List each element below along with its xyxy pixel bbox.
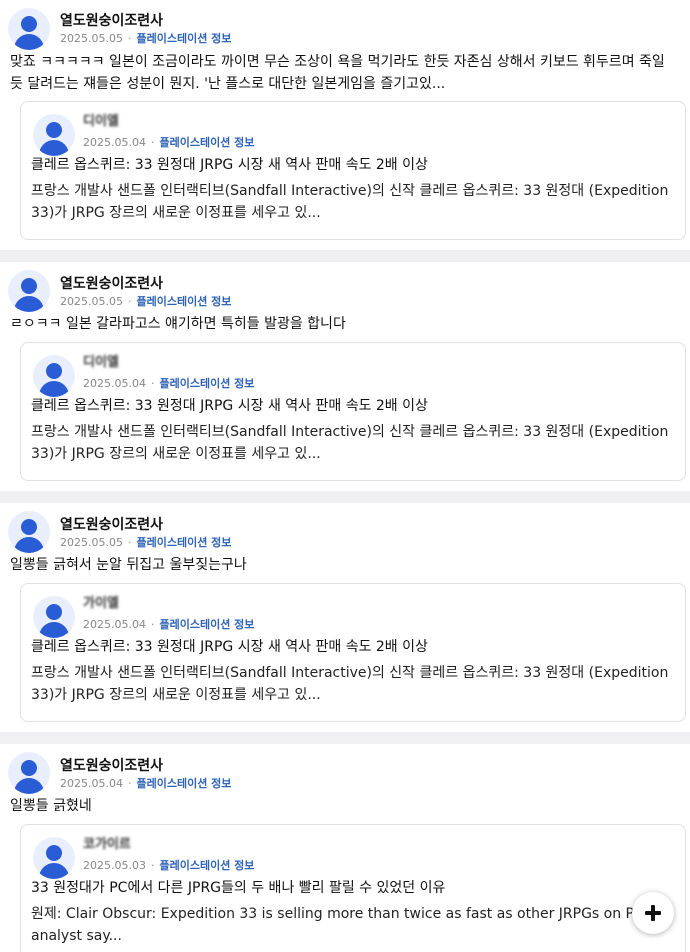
avatar[interactable] bbox=[8, 752, 50, 794]
comment-card: 열도원숭이조련사 2025.05.05 · 플레이스테이션 정보 ㄹㅇㅋㅋ 일본 갈… bbox=[0, 262, 690, 491]
avatar[interactable] bbox=[8, 511, 50, 553]
quoted-post[interactable]: 코가이르 2025.05.03 · 플레이스테이션 정보 33 원정대가 PC에서 … bbox=[20, 824, 686, 952]
quoted-description: 프랑스 개발사 샌드폴 인터랙티브(Sandfall Interactive)의… bbox=[31, 183, 669, 221]
quoted-category[interactable]: 플레이스테이션 정보 bbox=[159, 618, 254, 631]
quoted-description: 프랑스 개발사 샌드폴 인터랙티브(Sandfall Interactive)의… bbox=[31, 424, 669, 462]
avatar[interactable] bbox=[8, 8, 50, 50]
comment-card: 열도원숭이조련사 2025.05.05 · 플레이스테이션 정보 일뽕들 긁혀서 눈… bbox=[0, 503, 690, 732]
avatar bbox=[33, 596, 75, 638]
separator bbox=[0, 732, 690, 744]
separator bbox=[0, 250, 690, 262]
quoted-meta: 2025.05.04 · 플레이스테이션 정보 bbox=[83, 136, 255, 149]
comment-card: 열도원숭이조련사 2025.05.04 · 플레이스테이션 정보 일뽕들 긁혔네 코… bbox=[0, 744, 690, 952]
avatar bbox=[33, 114, 75, 156]
post-date: 2025.05.05 bbox=[60, 536, 123, 549]
comment-body: ㄹㅇㅋㅋ 일본 갈라파고스 얘기하면 특히들 발광을 합니다 bbox=[10, 316, 346, 332]
quoted-date: 2025.05.04 bbox=[83, 377, 146, 390]
comment-body: 일뽕들 긁혀서 눈알 뒤집고 울부짖는구나 bbox=[10, 557, 247, 573]
quoted-category[interactable]: 플레이스테이션 정보 bbox=[159, 859, 254, 872]
author-name[interactable]: 열도원숭이조련사 bbox=[60, 273, 163, 293]
quoted-title: 클레르 옵스퀴르: 33 원정대 JRPG 시장 새 역사 판매 속도 2배 이… bbox=[31, 398, 428, 414]
quoted-author: 코가이르 bbox=[83, 837, 131, 852]
author-name[interactable]: 열도원숭이조련사 bbox=[60, 10, 163, 30]
category-link[interactable]: 플레이스테이션 정보 bbox=[136, 536, 231, 549]
quoted-date: 2025.05.04 bbox=[83, 618, 146, 631]
quoted-title: 클레르 옵스퀴르: 33 원정대 JRPG 시장 새 역사 판매 속도 2배 이… bbox=[31, 157, 428, 173]
author-name[interactable]: 열도원숭이조련사 bbox=[60, 514, 163, 534]
quoted-date: 2025.05.03 bbox=[83, 859, 146, 872]
quoted-description: 프랑스 개발사 샌드폴 인터랙티브(Sandfall Interactive)의… bbox=[31, 665, 669, 703]
comment-card: 열도원숭이조련사 2025.05.05 · 플레이스테이션 정보 맞죠 ㅋㅋㅋㅋㅋ … bbox=[0, 0, 690, 250]
quoted-date: 2025.05.04 bbox=[83, 136, 146, 149]
post-date: 2025.05.05 bbox=[60, 32, 123, 45]
post-date: 2025.05.05 bbox=[60, 295, 123, 308]
category-link[interactable]: 플레이스테이션 정보 bbox=[136, 295, 231, 308]
category-link[interactable]: 플레이스테이션 정보 bbox=[136, 32, 231, 45]
quoted-title: 클레르 옵스퀴르: 33 원정대 JRPG 시장 새 역사 판매 속도 2배 이… bbox=[31, 639, 428, 655]
post-meta: 2025.05.05 · 플레이스테이션 정보 bbox=[60, 32, 232, 45]
quoted-post[interactable]: 디이엘 2025.05.04 · 플레이스테이션 정보 클레르 옵스퀴르: 33 원… bbox=[20, 101, 686, 240]
post-meta: 2025.05.05 · 플레이스테이션 정보 bbox=[60, 295, 232, 308]
post-date: 2025.05.04 bbox=[60, 777, 123, 790]
quoted-post[interactable]: 디이엘 2025.05.04 · 플레이스테이션 정보 클레르 옵스퀴르: 33 원… bbox=[20, 342, 686, 481]
category-link[interactable]: 플레이스테이션 정보 bbox=[136, 777, 231, 790]
comment-body: 일뽕들 긁혔네 bbox=[10, 798, 92, 814]
post-meta: 2025.05.04 · 플레이스테이션 정보 bbox=[60, 777, 232, 790]
quoted-category[interactable]: 플레이스테이션 정보 bbox=[159, 377, 254, 390]
quoted-meta: 2025.05.04 · 플레이스테이션 정보 bbox=[83, 377, 255, 390]
quoted-author: 디이엘 bbox=[83, 355, 119, 370]
quoted-description: 원제: Clair Obscur: Expedition 33 is selli… bbox=[31, 906, 649, 944]
quoted-meta: 2025.05.03 · 플레이스테이션 정보 bbox=[83, 859, 255, 872]
avatar[interactable] bbox=[8, 270, 50, 312]
quoted-author: 디이엘 bbox=[83, 114, 119, 129]
avatar bbox=[33, 837, 75, 879]
write-button[interactable] bbox=[632, 892, 674, 934]
quoted-title: 33 원정대가 PC에서 다른 JPRG들의 두 배나 빨리 팔릴 수 있었던 … bbox=[31, 880, 446, 896]
avatar bbox=[33, 355, 75, 397]
quoted-category[interactable]: 플레이스테이션 정보 bbox=[159, 136, 254, 149]
quoted-author: 가이엘 bbox=[83, 596, 119, 611]
comment-body: 맞죠 ㅋㅋㅋㅋㅋ 일본이 조금이라도 까이면 무슨 조상이 욕을 먹기라도 한듯… bbox=[10, 54, 665, 92]
author-name[interactable]: 열도원숭이조련사 bbox=[60, 755, 163, 775]
quoted-post[interactable]: 가이엘 2025.05.04 · 플레이스테이션 정보 클레르 옵스퀴르: 33 원… bbox=[20, 583, 686, 722]
post-meta: 2025.05.05 · 플레이스테이션 정보 bbox=[60, 536, 232, 549]
quoted-meta: 2025.05.04 · 플레이스테이션 정보 bbox=[83, 618, 255, 631]
separator bbox=[0, 491, 690, 503]
